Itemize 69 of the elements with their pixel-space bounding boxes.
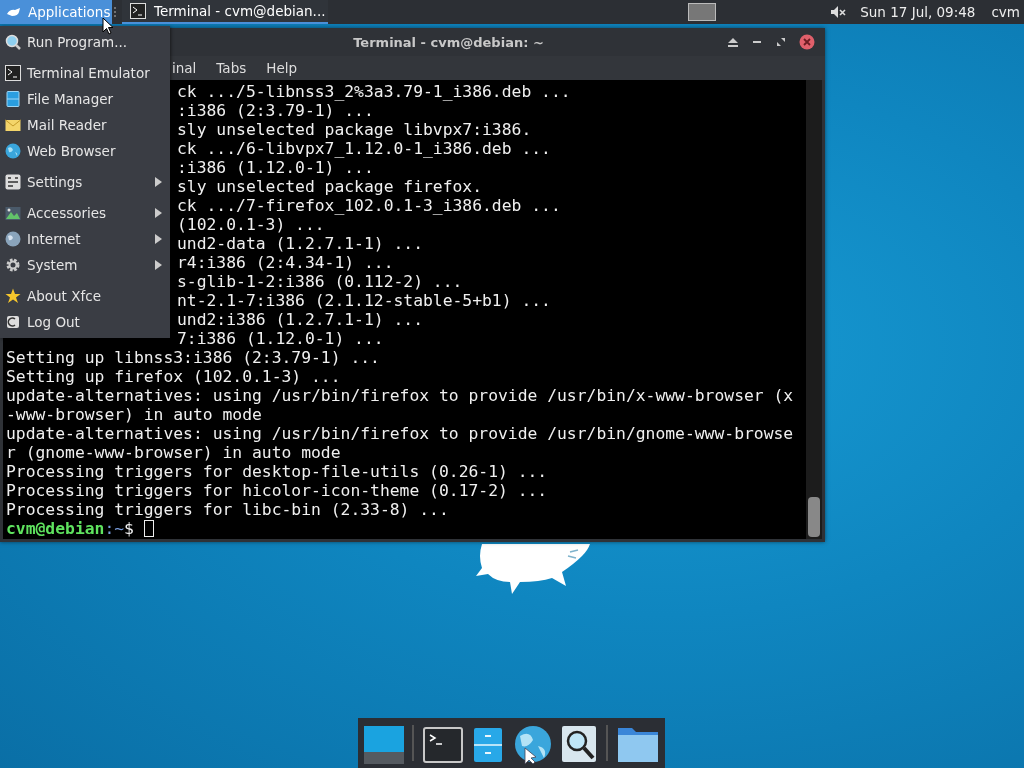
terminal-icon: [130, 3, 146, 19]
submenu-arrow-icon: [155, 260, 162, 270]
envelope-icon: [5, 117, 21, 133]
terminal-line: sly unselected package firefox.: [177, 177, 483, 196]
terminal-line: Processing triggers for libc-bin (2.33-8) ...: [6, 500, 449, 519]
terminal-line: ck .../6-libvpx7_1.12.0-1_i386.deb ...: [177, 139, 551, 158]
landscape-icon: [5, 205, 21, 221]
maximize-icon[interactable]: [775, 36, 787, 48]
star-icon: [5, 288, 21, 304]
workspace-switcher-icon[interactable]: [688, 3, 717, 21]
terminal-line: update-alternatives: using /usr/bin/firefox to provide /usr/bin/x-www-browser (x: [6, 386, 794, 405]
terminal-line: -www-browser) in auto mode: [6, 405, 262, 424]
menu-item[interactable]: Log Out: [0, 309, 170, 335]
prompt-user-host: cvm@debian: [6, 519, 105, 538]
search-icon: [5, 34, 21, 50]
window-title: Terminal - cvm@debian: ~: [353, 34, 544, 50]
mouse-logo-icon: [6, 6, 22, 18]
task-button[interactable]: Terminal - cvm@debian...: [122, 0, 328, 24]
prompt-path: :~: [104, 519, 125, 538]
terminal-line: nt-2.1-7:i386 (2.1.12-stable-5+b1) ...: [177, 291, 551, 310]
clock[interactable]: Sun 17 Jul, 09:48: [860, 0, 976, 24]
submenu-arrow-icon: [155, 177, 162, 187]
globe-icon: [5, 231, 21, 247]
globe-icon: [5, 143, 21, 159]
terminal-line: Setting up firefox (102.0.1-3) ...: [6, 367, 341, 386]
menu-item[interactable]: Accessories: [0, 200, 170, 226]
menu-item[interactable]: Internet: [0, 226, 170, 252]
terminal-line: 7:i386 (1.12.0-1) ...: [177, 329, 384, 348]
file-cabinet-icon: [5, 91, 21, 107]
prompt-symbol: $: [124, 519, 134, 538]
menu-item[interactable]: System: [0, 252, 170, 278]
menu-item[interactable]: Tabs: [216, 60, 255, 76]
settings-panel-icon: [5, 174, 21, 190]
user-name[interactable]: cvm: [991, 0, 1020, 24]
menu-item[interactable]: inal: [172, 60, 205, 76]
menu-item[interactable]: Mail Reader: [0, 112, 170, 138]
gear-icon: [5, 257, 21, 273]
submenu-arrow-icon: [155, 234, 162, 244]
terminal-line: Setting up libnss3:i386 (2:3.79-1) ...: [6, 348, 380, 367]
terminal-line: :i386 (2:3.79-1) ...: [177, 101, 374, 120]
shade-icon[interactable]: [727, 36, 739, 48]
terminal-icon: [5, 65, 21, 81]
terminal-line: und2-data (1.2.7.1-1) ...: [177, 234, 423, 253]
submenu-arrow-icon: [155, 208, 162, 218]
logout-icon: [5, 314, 21, 330]
terminal-line: Processing triggers for desktop-file-utils (0.26-1) ...: [6, 462, 548, 481]
menu-item[interactable]: Terminal Emulator: [0, 60, 170, 86]
scrollbar[interactable]: [806, 80, 822, 539]
close-icon[interactable]: [799, 34, 815, 50]
terminal-line: s-glib-1-2:i386 (0.112-2) ...: [177, 272, 463, 291]
speaker-muted-icon[interactable]: [830, 4, 847, 20]
menu-item[interactable]: About Xfce: [0, 283, 170, 309]
terminal-line: update-alternatives: using /usr/bin/firefox to provide /usr/bin/gnome-www-browse: [6, 424, 794, 443]
terminal-line: :i386 (1.12.0-1) ...: [177, 158, 374, 177]
terminal-line: ck .../7-firefox_102.0.1-3_i386.deb ...: [177, 196, 561, 215]
menu-item[interactable]: Settings: [0, 169, 170, 195]
menu-item[interactable]: Run Program...: [0, 29, 170, 55]
scrollbar-thumb[interactable]: [808, 497, 820, 537]
text-cursor: [143, 520, 154, 537]
terminal-line: r4:i386 (2:4.34-1) ...: [177, 253, 394, 272]
menu-item[interactable]: File Manager: [0, 86, 170, 112]
terminal-line: ck .../5-libnss3_2%3a3.79-1_i386.deb ...: [177, 82, 571, 101]
menu-item[interactable]: Help: [266, 60, 305, 76]
terminal-line: r (gnome-www-browser) in auto mode: [6, 443, 341, 462]
terminal-line: Processing triggers for hicolor-icon-theme (0.17-2) ...: [6, 481, 548, 500]
menu-item[interactable]: Web Browser: [0, 138, 170, 164]
terminal-line: (102.0.1-3) ...: [177, 215, 325, 234]
terminal-line: sly unselected package libvpx7:i386.: [177, 120, 532, 139]
terminal-line: und2:i386 (1.2.7.1-1) ...: [177, 310, 423, 329]
